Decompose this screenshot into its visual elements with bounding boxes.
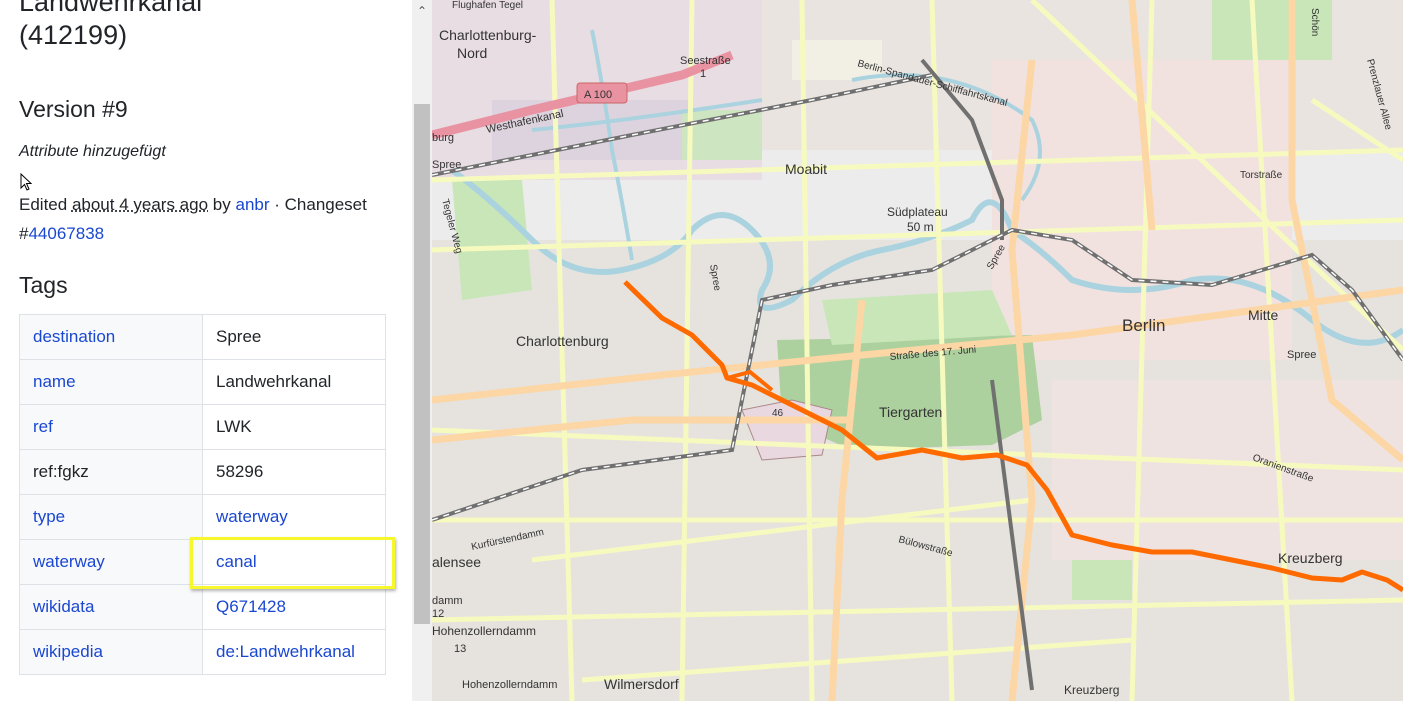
tag-key-link[interactable]: wikipedia: [33, 642, 103, 661]
tag-value: LWK: [216, 417, 252, 436]
map-label-flughafen-tegel: Flughafen Tegel: [452, 0, 523, 11]
map-label-charlottenburg-nord: Charlottenburg-: [439, 27, 537, 43]
map-label-charlottenburg: Charlottenburg: [516, 333, 609, 349]
changeset-comment: Attribute hinzugefügt: [19, 143, 166, 160]
tags-table: destination Spree name Landwehrkanal ref…: [19, 314, 386, 675]
tag-key-link[interactable]: waterway: [33, 552, 105, 571]
sidebar-scrollbar[interactable]: ⌃: [412, 0, 432, 701]
map-label-seestrasse-number: 1: [700, 68, 706, 80]
map-label-charlottenburg-nord-2: Nord: [457, 45, 487, 61]
tag-value-link[interactable]: Q671428: [216, 597, 286, 616]
table-row: type waterway: [19, 494, 386, 540]
scrollbar-thumb[interactable]: [414, 104, 430, 624]
tag-value-link[interactable]: de:Landwehrkanal: [216, 642, 355, 661]
map-label-seestrasse: Seestraße: [680, 55, 731, 67]
title-line-name: Landwehrkanal: [19, 0, 203, 17]
map-label-spree-1: Spree: [432, 159, 461, 171]
a100-label: A 100: [584, 89, 612, 101]
table-row: ref:fgkz 58296: [19, 449, 386, 495]
map-label-kreuzberg-hill: Kreuzberg: [1064, 683, 1119, 697]
map-label-hohenzollerndamm-2: Hohenzollerndamm: [462, 679, 557, 691]
tag-key-link[interactable]: type: [33, 507, 65, 526]
scroll-up-icon[interactable]: ⌃: [412, 0, 432, 22]
tag-value: Spree: [216, 327, 262, 346]
tag-value-link[interactable]: waterway: [216, 507, 288, 526]
table-row: name Landwehrkanal: [19, 359, 386, 405]
tag-value-link[interactable]: canal: [216, 552, 257, 571]
tag-key-link[interactable]: ref: [33, 417, 53, 436]
map-label-tiergarten: Tiergarten: [879, 404, 942, 420]
map-label-berlin: Berlin: [1122, 316, 1165, 335]
map-label-schoen: Schön: [1309, 8, 1320, 36]
map-label-moabit: Moabit: [785, 161, 827, 177]
edited-info: Edited about 4 years ago by anbr · Chang…: [19, 190, 389, 248]
map-label-hohenzollerndamm-number: 13: [454, 643, 466, 655]
map-label-spree-4: Spree: [1287, 349, 1316, 361]
user-link[interactable]: anbr: [235, 195, 269, 214]
map-label-mitte: Mitte: [1248, 307, 1279, 323]
map-label-suedplateau: Südplateau: [887, 205, 948, 219]
edited-prefix: Edited: [19, 195, 68, 214]
table-row: wikipedia de:Landwehrkanal: [19, 629, 386, 675]
map-label-kreuzberg: Kreuzberg: [1278, 550, 1343, 566]
map-label-12: 12: [432, 608, 444, 620]
changeset-prefix: · Changeset: [274, 195, 367, 214]
tag-value: 58296: [216, 462, 264, 481]
table-row: destination Spree: [19, 314, 386, 360]
table-row: wikidata Q671428: [19, 584, 386, 630]
map-label-burg: burg: [432, 132, 454, 144]
map-view[interactable]: Charlottenburg- Nord Moabit Südplateau 5…: [432, 0, 1403, 701]
map-label-wilmersdorf: Wilmersdorf: [604, 676, 679, 692]
edited-by: by: [212, 195, 231, 214]
map-label-suedplateau-height: 50 m: [907, 220, 934, 234]
map-label-hohenzollerndamm: Hohenzollerndamm: [432, 624, 536, 638]
mouse-cursor-icon: [20, 173, 32, 191]
map-label-torstrasse: Torstraße: [1240, 170, 1283, 181]
tag-value: Landwehrkanal: [216, 372, 332, 391]
version-heading: Version #9: [19, 96, 128, 122]
table-row: waterway canal: [19, 539, 386, 585]
title-line-id: (412199): [19, 20, 128, 50]
tag-key: ref:fgkz: [33, 462, 89, 481]
tag-key-link[interactable]: destination: [33, 327, 115, 346]
tag-key-link[interactable]: name: [33, 372, 76, 391]
sidebar: Landwehrkanal (412199) Version #9 Attrib…: [0, 0, 412, 701]
map-label-46: 46: [772, 408, 784, 419]
tags-heading: Tags: [19, 272, 68, 298]
edited-time: about 4 years ago: [71, 195, 209, 214]
table-row: ref LWK: [19, 404, 386, 450]
tag-key-link[interactable]: wikidata: [33, 597, 94, 616]
map-canvas[interactable]: Charlottenburg- Nord Moabit Südplateau 5…: [432, 0, 1403, 701]
page-title: Landwehrkanal (412199): [19, 0, 202, 52]
map-label-damm: damm: [432, 595, 463, 607]
map-label-halensee: alensee: [432, 554, 481, 570]
changeset-link[interactable]: 44067838: [28, 224, 104, 243]
